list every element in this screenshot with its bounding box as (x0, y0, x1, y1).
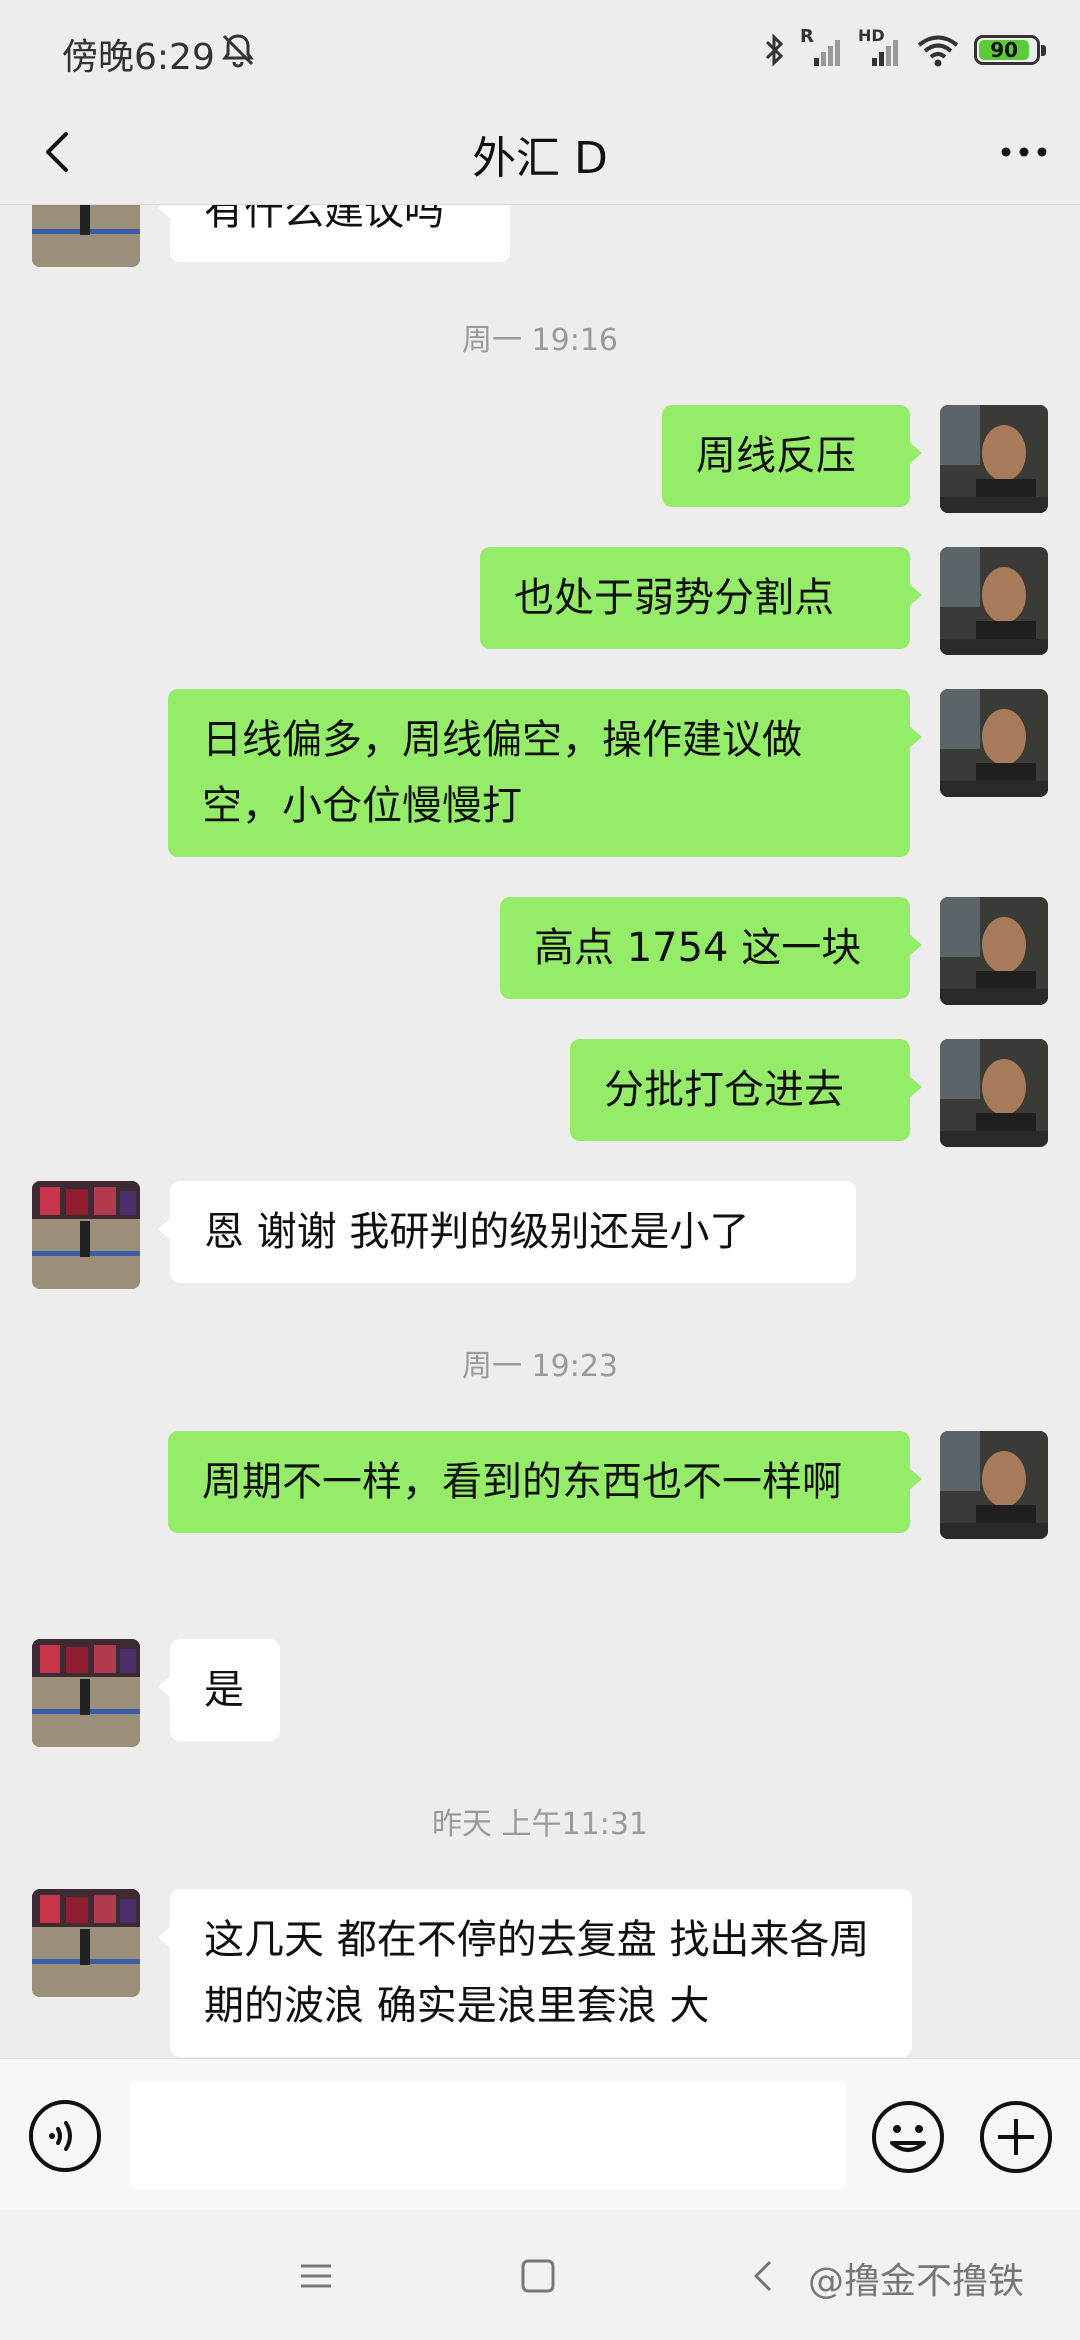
my-avatar[interactable] (940, 547, 1048, 655)
voice-icon[interactable] (28, 2099, 102, 2173)
message-bubble-outgoing[interactable]: 周线反压 (662, 405, 922, 507)
system-nav-bar: @撸金不撸铁 (0, 2210, 1080, 2340)
signal-icon-2: HD (858, 26, 902, 70)
wifi-icon (917, 35, 959, 67)
input-bar (0, 2058, 1080, 2211)
watermark: @撸金不撸铁 (808, 2261, 1025, 2302)
status-time: 傍晚6:29 (62, 37, 215, 78)
my-avatar[interactable] (940, 405, 1048, 513)
message-bubble-outgoing[interactable]: 也处于弱势分割点 (480, 547, 922, 649)
status-bar: 傍晚6:29 R HD 90 (0, 0, 1080, 100)
chat-title: 外汇 D (472, 133, 608, 184)
contact-avatar[interactable] (32, 1181, 140, 1289)
contact-avatar[interactable] (32, 205, 140, 267)
my-avatar[interactable] (940, 1039, 1048, 1147)
message-list[interactable]: 有什么建议吗 周一 19:16 周线反压 也处于弱势分割点 日线偏多，周线偏空，… (0, 205, 1080, 2057)
menu-icon[interactable] (296, 2256, 336, 2296)
message-bubble-incoming[interactable]: 有什么建议吗 (158, 205, 510, 262)
bluetooth-icon (765, 33, 784, 67)
message-bubble-incoming[interactable]: 这几天 都在不停的去复盘 找出来各周期的波浪 确实是浪里套浪 大 (158, 1889, 912, 2057)
message-timestamp: 周一 19:16 (462, 323, 618, 358)
message-bubble-outgoing[interactable]: 分批打仓进去 (570, 1039, 922, 1141)
battery-indicator: 90 (974, 35, 1046, 65)
home-icon[interactable] (518, 2256, 558, 2296)
message-timestamp: 昨天 上午11:31 (432, 1807, 648, 1842)
message-bubble-outgoing[interactable]: 日线偏多，周线偏空，操作建议做空，小仓位慢慢打 (168, 689, 922, 857)
my-avatar[interactable] (940, 689, 1048, 797)
contact-avatar[interactable] (32, 1889, 140, 1997)
battery-level: 90 (979, 38, 1030, 62)
my-avatar[interactable] (940, 1431, 1048, 1539)
signal-icon-1: R (800, 26, 844, 70)
contact-avatar[interactable] (32, 1639, 140, 1747)
more-dots-icon[interactable] (994, 122, 1054, 182)
chat-header: 外汇 D (0, 100, 1080, 205)
back-icon[interactable] (744, 2256, 784, 2296)
message-bubble-outgoing[interactable]: 周期不一样，看到的东西也不一样啊 (168, 1431, 922, 1533)
message-bubble-incoming[interactable]: 是 (158, 1639, 280, 1741)
emoji-icon[interactable] (870, 2099, 946, 2175)
message-input[interactable] (130, 2081, 846, 2189)
message-bubble-incoming[interactable]: 恩 谢谢 我研判的级别还是小了 (158, 1181, 856, 1283)
plus-icon[interactable] (978, 2099, 1054, 2175)
my-avatar[interactable] (940, 897, 1048, 1005)
message-timestamp: 周一 19:23 (462, 1349, 618, 1384)
bell-off-icon (222, 34, 254, 68)
message-bubble-outgoing[interactable]: 高点 1754 这一块 (500, 897, 922, 999)
